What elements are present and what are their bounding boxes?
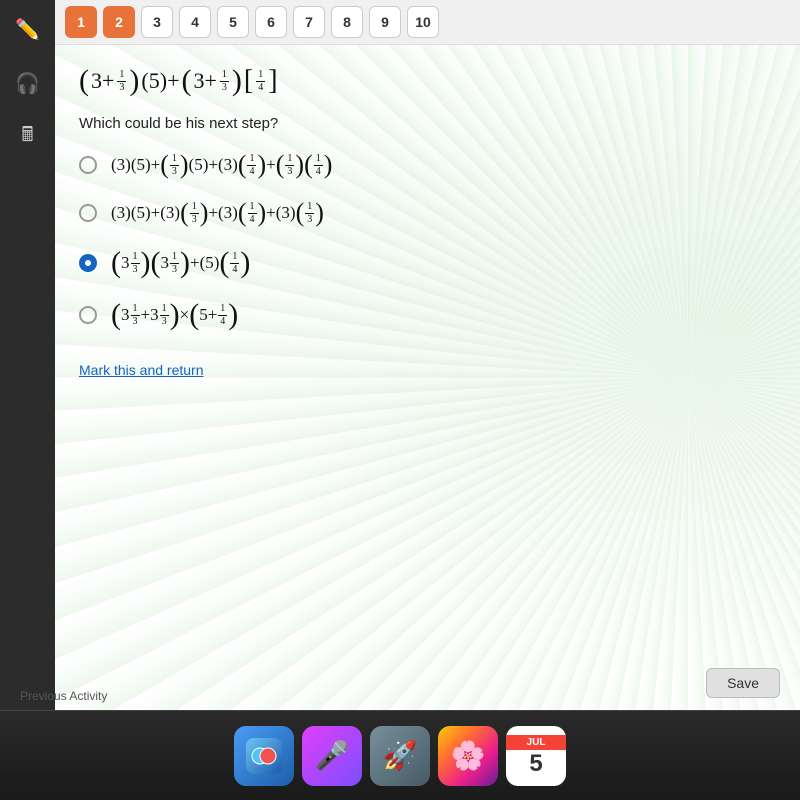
dock-photos[interactable]: 🌸 xyxy=(438,726,498,786)
calculator-icon[interactable]: 🖩 xyxy=(9,118,47,156)
dock-siri[interactable]: 🎤 xyxy=(302,726,362,786)
tab-5[interactable]: 5 xyxy=(217,6,249,38)
question-text: Which could be his next step? xyxy=(79,115,776,132)
tab-10[interactable]: 10 xyxy=(407,6,439,38)
expr-c: ( 3 13 ) ( 3 13 ) +(5) ( 14 ) xyxy=(111,248,250,278)
expr-d: ( 3 13 +3 13 ) × ( 5+ 14 ) xyxy=(111,300,238,330)
option-d[interactable]: ( 3 13 +3 13 ) × ( 5+ 14 ) xyxy=(79,300,776,330)
dock-rocket[interactable]: 🚀 xyxy=(370,726,430,786)
option-c[interactable]: ( 3 13 ) ( 3 13 ) +(5) ( 14 ) xyxy=(79,248,776,278)
tab-1[interactable]: 1 xyxy=(65,6,97,38)
tab-6[interactable]: 6 xyxy=(255,6,287,38)
question-tabs: 1 2 3 4 5 6 7 8 9 10 xyxy=(55,0,800,45)
expr-a: (3)(5)+ ( 13 ) (5)+(3) ( 14 ) + ( 13 ) (… xyxy=(111,152,332,178)
dock-calendar[interactable]: JUL 5 xyxy=(506,726,566,786)
headphone-icon[interactable]: 🎧 xyxy=(9,64,47,102)
pencil-icon[interactable]: ✏️ xyxy=(9,10,47,48)
main-content: ( 3+ 13 ) (5)+ ( 3+ 13 ) [ 14 ] Which co… xyxy=(55,45,800,710)
tab-7[interactable]: 7 xyxy=(293,6,325,38)
quiz-container: ✏️ 🎧 🖩 1 2 3 4 5 6 7 8 9 10 ( 3+ 13 ) (5… xyxy=(0,0,800,710)
radio-c[interactable] xyxy=(79,254,97,272)
radio-d[interactable] xyxy=(79,306,97,324)
calendar-month: JUL xyxy=(506,735,566,750)
tab-3[interactable]: 3 xyxy=(141,6,173,38)
save-area: Save xyxy=(706,668,780,698)
radio-b[interactable] xyxy=(79,204,97,222)
expr-b: (3)(5)+(3) ( 13 ) +(3) ( 14 ) +(3) ( 13 … xyxy=(111,200,324,226)
tab-9[interactable]: 9 xyxy=(369,6,401,38)
calendar-day: 5 xyxy=(529,752,542,776)
dock-finder[interactable] xyxy=(234,726,294,786)
mark-return-link[interactable]: Mark this and return xyxy=(79,362,204,378)
prev-activity-label: Previous Activity xyxy=(20,689,107,703)
radio-a[interactable] xyxy=(79,156,97,174)
sidebar: ✏️ 🎧 🖩 xyxy=(0,0,55,710)
tab-4[interactable]: 4 xyxy=(179,6,211,38)
tab-8[interactable]: 8 xyxy=(331,6,363,38)
dock: 🎤 🚀 🌸 JUL 5 xyxy=(0,710,800,800)
option-b[interactable]: (3)(5)+(3) ( 13 ) +(3) ( 14 ) +(3) ( 13 … xyxy=(79,200,776,226)
main-expression: ( 3+ 13 ) (5)+ ( 3+ 13 ) [ 14 ] xyxy=(79,65,776,97)
tab-2[interactable]: 2 xyxy=(103,6,135,38)
save-button[interactable]: Save xyxy=(706,668,780,698)
option-a[interactable]: (3)(5)+ ( 13 ) (5)+(3) ( 14 ) + ( 13 ) (… xyxy=(79,152,776,178)
